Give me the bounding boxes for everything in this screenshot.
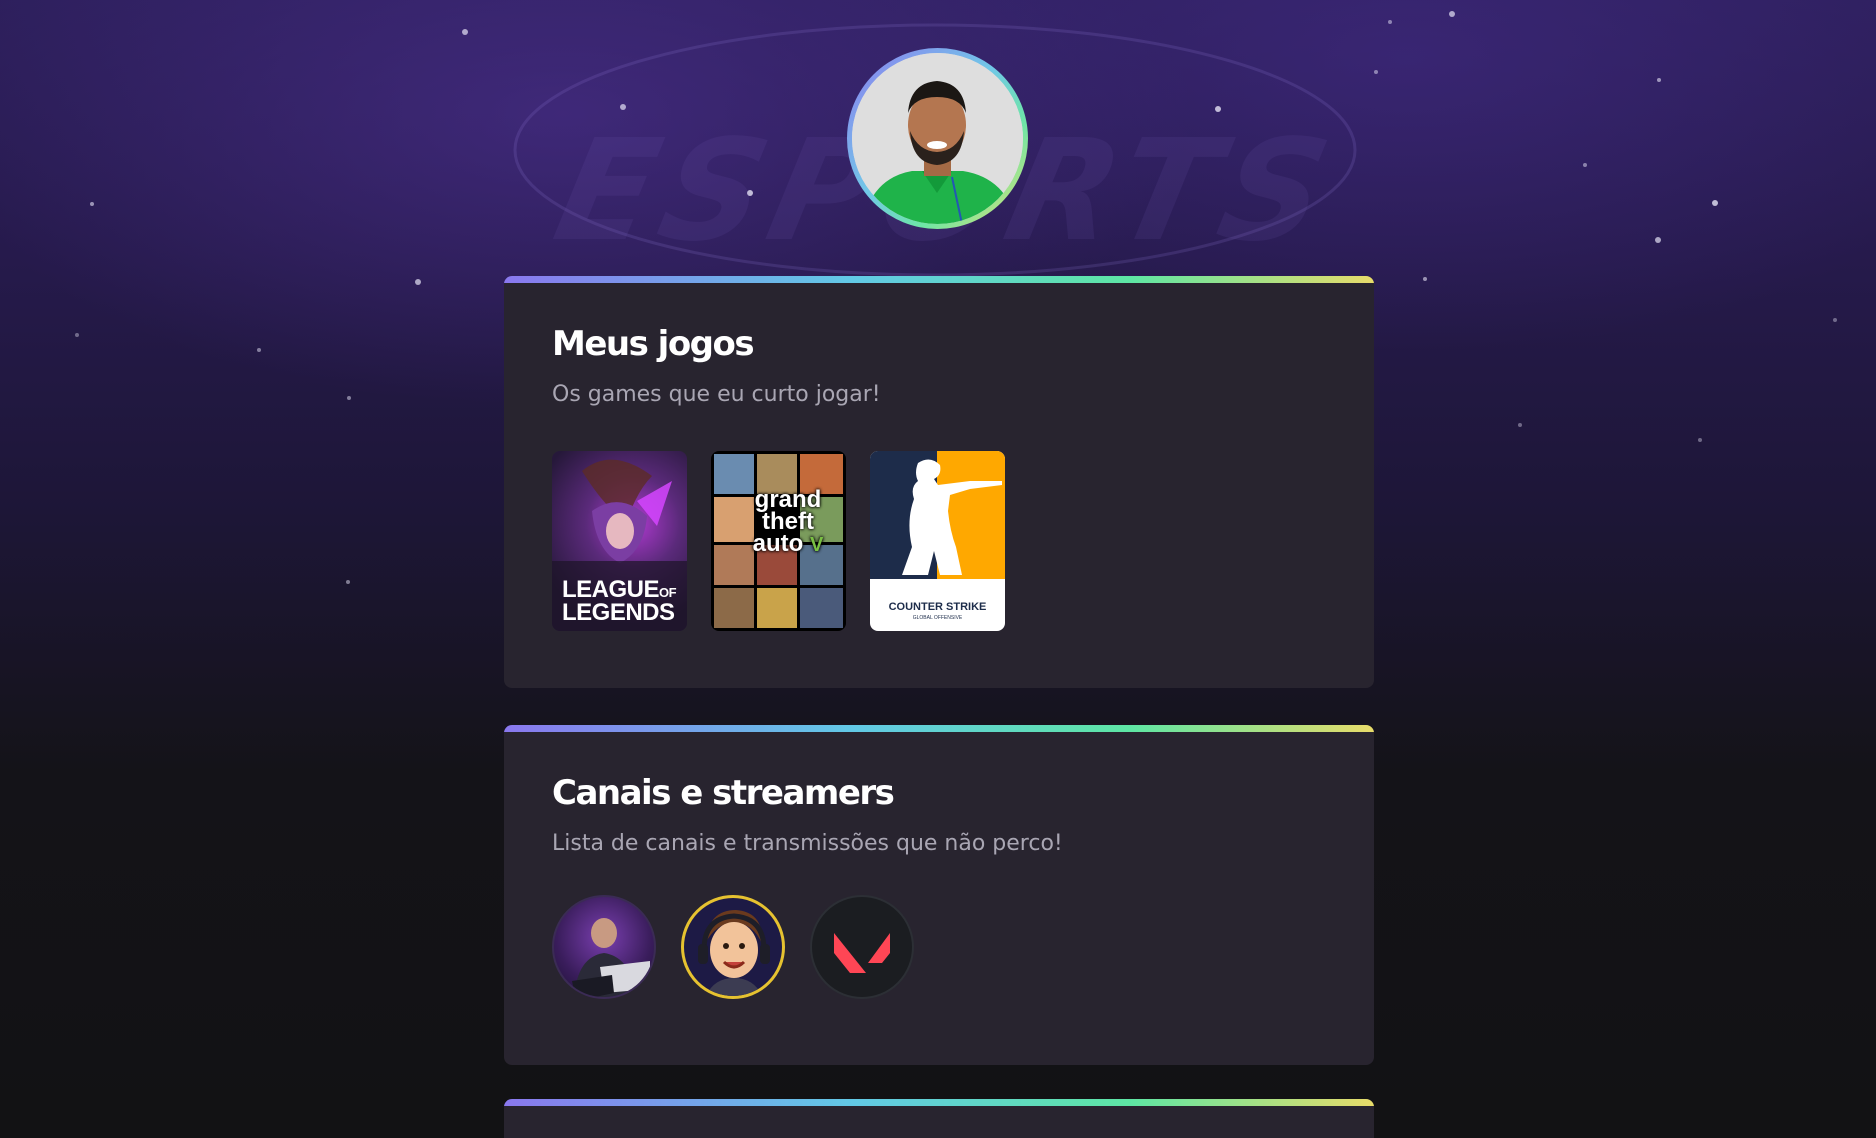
cs-tagline: GLOBAL OFFENSIVE bbox=[912, 615, 963, 621]
profile-photo-icon bbox=[852, 53, 1023, 224]
cartoon-streamer-headset-icon bbox=[698, 910, 770, 996]
game-league-of-legends[interactable]: LEAGUEOF LEGENDS bbox=[552, 451, 687, 631]
cs-logo: COUNTER STRIKE bbox=[888, 601, 987, 613]
games-list: LEAGUEOF LEGENDS grand theft auto V COUN… bbox=[552, 451, 1005, 631]
games-title: Meus jogos bbox=[552, 324, 755, 364]
league-logo-line2: LEGENDS bbox=[562, 599, 675, 626]
streamers-title: Canais e streamers bbox=[552, 773, 895, 813]
cs-soldier-icon bbox=[902, 459, 1002, 575]
third-card bbox=[504, 1099, 1374, 1138]
streamer-cartoon-avatar[interactable] bbox=[681, 895, 785, 999]
games-card: Meus jogos Os games que eu curto jogar! … bbox=[504, 276, 1374, 688]
valorant-logo-icon bbox=[834, 933, 890, 973]
streamers-list bbox=[552, 895, 914, 999]
valorant-channel-avatar[interactable] bbox=[810, 895, 914, 999]
streamer-at-laptop-icon bbox=[572, 918, 650, 997]
profile-avatar bbox=[847, 48, 1028, 229]
streamers-card: Canais e streamers Lista de canais e tra… bbox=[504, 725, 1374, 1065]
game-gta-v[interactable]: grand theft auto V bbox=[711, 451, 846, 631]
gta-logo-text: grand theft auto V bbox=[752, 486, 824, 557]
games-subtitle: Os games que eu curto jogar! bbox=[552, 382, 881, 407]
streamer-laptop-avatar[interactable] bbox=[552, 895, 656, 999]
game-counter-strike[interactable]: COUNTER STRIKE GLOBAL OFFENSIVE bbox=[870, 451, 1005, 631]
streamers-subtitle: Lista de canais e transmissões que não p… bbox=[552, 831, 1063, 856]
